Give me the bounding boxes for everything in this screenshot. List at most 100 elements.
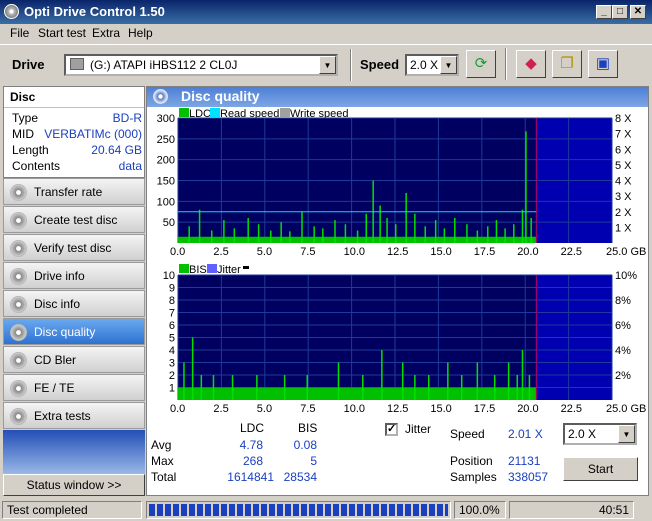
close-button[interactable]: ✕ bbox=[630, 5, 646, 19]
chevron-down-icon[interactable]: ▼ bbox=[618, 425, 635, 443]
legend-swatch-jitter bbox=[207, 264, 217, 273]
menu-start-test[interactable]: Start test bbox=[38, 26, 86, 40]
y2-tick-label: 2% bbox=[615, 370, 631, 382]
x-tick-label: 7.5 bbox=[300, 403, 315, 415]
minimize-button[interactable]: _ bbox=[596, 5, 612, 19]
disc-key: Length bbox=[12, 143, 49, 157]
x-tick-label: 2.5 bbox=[213, 403, 228, 415]
disc-key: Contents bbox=[12, 159, 61, 173]
x-tick-label: 12.5 bbox=[387, 403, 408, 415]
y2-tick-label: 6 X bbox=[615, 144, 632, 156]
nav-cd-bler[interactable]: CD Bler bbox=[3, 346, 145, 373]
copy-button[interactable]: ❐ bbox=[552, 50, 582, 78]
y-tick-label: 3 bbox=[169, 358, 175, 370]
refresh-button[interactable]: ⟳ bbox=[466, 50, 496, 78]
nav-label: Disc info bbox=[34, 297, 81, 311]
toolbar-separator bbox=[350, 49, 352, 81]
data-bar bbox=[233, 228, 236, 243]
nav-fe-te[interactable]: FE / TE bbox=[3, 374, 145, 401]
data-bar bbox=[493, 375, 496, 400]
disc-icon bbox=[10, 212, 27, 229]
y-tick-label: 200 bbox=[157, 155, 175, 167]
start-button[interactable]: Start bbox=[563, 457, 638, 481]
nav-create-test-disc[interactable]: Create test disc bbox=[3, 206, 145, 233]
y2-tick-label: 7 X bbox=[615, 129, 632, 141]
data-bar bbox=[414, 213, 416, 243]
panel-title: Disc quality bbox=[181, 88, 260, 104]
data-bar bbox=[513, 224, 515, 243]
jitter-label: Jitter bbox=[405, 422, 432, 436]
chevron-down-icon[interactable]: ▼ bbox=[440, 56, 457, 74]
test-speed-select[interactable]: 2.0 X ▼ bbox=[563, 423, 637, 445]
title-bar: Opti Drive Control 1.50 _ □ ✕ bbox=[0, 0, 652, 24]
y-tick-label: 5 bbox=[169, 333, 175, 345]
legend-jitter: Jitter bbox=[217, 264, 241, 276]
data-bar bbox=[487, 226, 489, 243]
progress-fill bbox=[149, 504, 448, 516]
maximize-button[interactable]: □ bbox=[612, 5, 628, 19]
y2-tick-label: 1 X bbox=[615, 222, 632, 234]
x-tick-label: 5.0 bbox=[257, 246, 272, 255]
speed-readout-value: 2.01 X bbox=[508, 427, 543, 441]
drive-select-value: (G:) ATAPI iHBS112 2 CL0J bbox=[90, 58, 238, 72]
y2-tick-label: 2 X bbox=[615, 207, 632, 219]
stats-col-bis: BIS bbox=[298, 421, 318, 435]
data-bar bbox=[401, 362, 404, 400]
nav-verify-test-disc[interactable]: Verify test disc bbox=[3, 234, 145, 261]
refresh-icon: ⟳ bbox=[474, 55, 488, 72]
nav-transfer-rate[interactable]: Transfer rate bbox=[3, 178, 145, 205]
stats-total-ldc: 1614841 bbox=[227, 470, 274, 484]
disc-icon bbox=[10, 408, 27, 425]
samples-label: Samples bbox=[450, 470, 497, 484]
stats-avg-label: Avg bbox=[151, 438, 172, 452]
y-tick-label: 4 bbox=[169, 345, 175, 357]
data-bar bbox=[301, 211, 303, 243]
nav-label: Drive info bbox=[34, 269, 85, 283]
disc-value: data bbox=[118, 159, 142, 173]
y2-tick-label: 8 X bbox=[615, 113, 632, 125]
stats-max-ldc: 268 bbox=[242, 454, 263, 468]
status-window-button[interactable]: Status window >> bbox=[3, 474, 145, 496]
y-tick-label: 2 bbox=[169, 370, 175, 382]
data-bar bbox=[495, 220, 498, 243]
drive-label: Drive bbox=[12, 57, 45, 72]
menu-help[interactable]: Help bbox=[128, 26, 153, 40]
save-button[interactable]: ▣ bbox=[588, 50, 618, 78]
legend-swatch-read-speed bbox=[210, 108, 220, 117]
toolbar-separator bbox=[505, 48, 507, 80]
nav-disc-quality[interactable]: Disc quality bbox=[3, 318, 145, 345]
y2-tick-label: 10% bbox=[615, 270, 637, 282]
save-icon: ▣ bbox=[595, 55, 611, 72]
divider bbox=[4, 107, 144, 108]
nav-extra-tests[interactable]: Extra tests bbox=[3, 402, 145, 429]
disc-value: VERBATIMc (000) bbox=[44, 127, 142, 141]
menu-file[interactable]: File bbox=[10, 26, 29, 40]
nav-disc-info[interactable]: Disc info bbox=[3, 290, 145, 317]
menu-extra[interactable]: Extra bbox=[92, 26, 120, 40]
x-tick-label: 22.5 bbox=[561, 246, 582, 255]
disc-quality-icon bbox=[153, 89, 168, 104]
drive-select[interactable]: (G:) ATAPI iHBS112 2 CL0J ▼ bbox=[64, 54, 338, 76]
y-tick-label: 250 bbox=[157, 134, 175, 146]
progress-percent: 100.0% bbox=[454, 501, 506, 519]
data-bar bbox=[362, 375, 364, 400]
data-bar bbox=[270, 230, 272, 243]
x-tick-label: 0.0 bbox=[170, 403, 185, 415]
data-bar bbox=[530, 218, 532, 243]
y-tick-label: 9 bbox=[169, 283, 175, 295]
side-decoration bbox=[3, 430, 145, 474]
jitter-checkbox[interactable]: ✓ bbox=[385, 423, 398, 436]
data-bar bbox=[289, 231, 291, 243]
x-tick-label: 22.5 bbox=[561, 403, 582, 415]
chevron-down-icon[interactable]: ▼ bbox=[319, 56, 336, 74]
data-bar bbox=[405, 193, 407, 243]
legend-swatch-ldc bbox=[179, 108, 189, 117]
data-bar bbox=[447, 362, 449, 400]
erase-button[interactable]: ◆ bbox=[516, 50, 546, 78]
ldc-plot: 0.0 2.5 5.0 7.5 10.0 12.5 15.0 17.5 20.0 22.5 25.0… bbox=[157, 113, 647, 255]
nav-drive-info[interactable]: Drive info bbox=[3, 262, 145, 289]
data-bar bbox=[466, 224, 468, 243]
data-bar bbox=[188, 226, 190, 243]
speed-select[interactable]: 2.0 X ▼ bbox=[405, 54, 459, 76]
data-bar bbox=[334, 220, 336, 243]
